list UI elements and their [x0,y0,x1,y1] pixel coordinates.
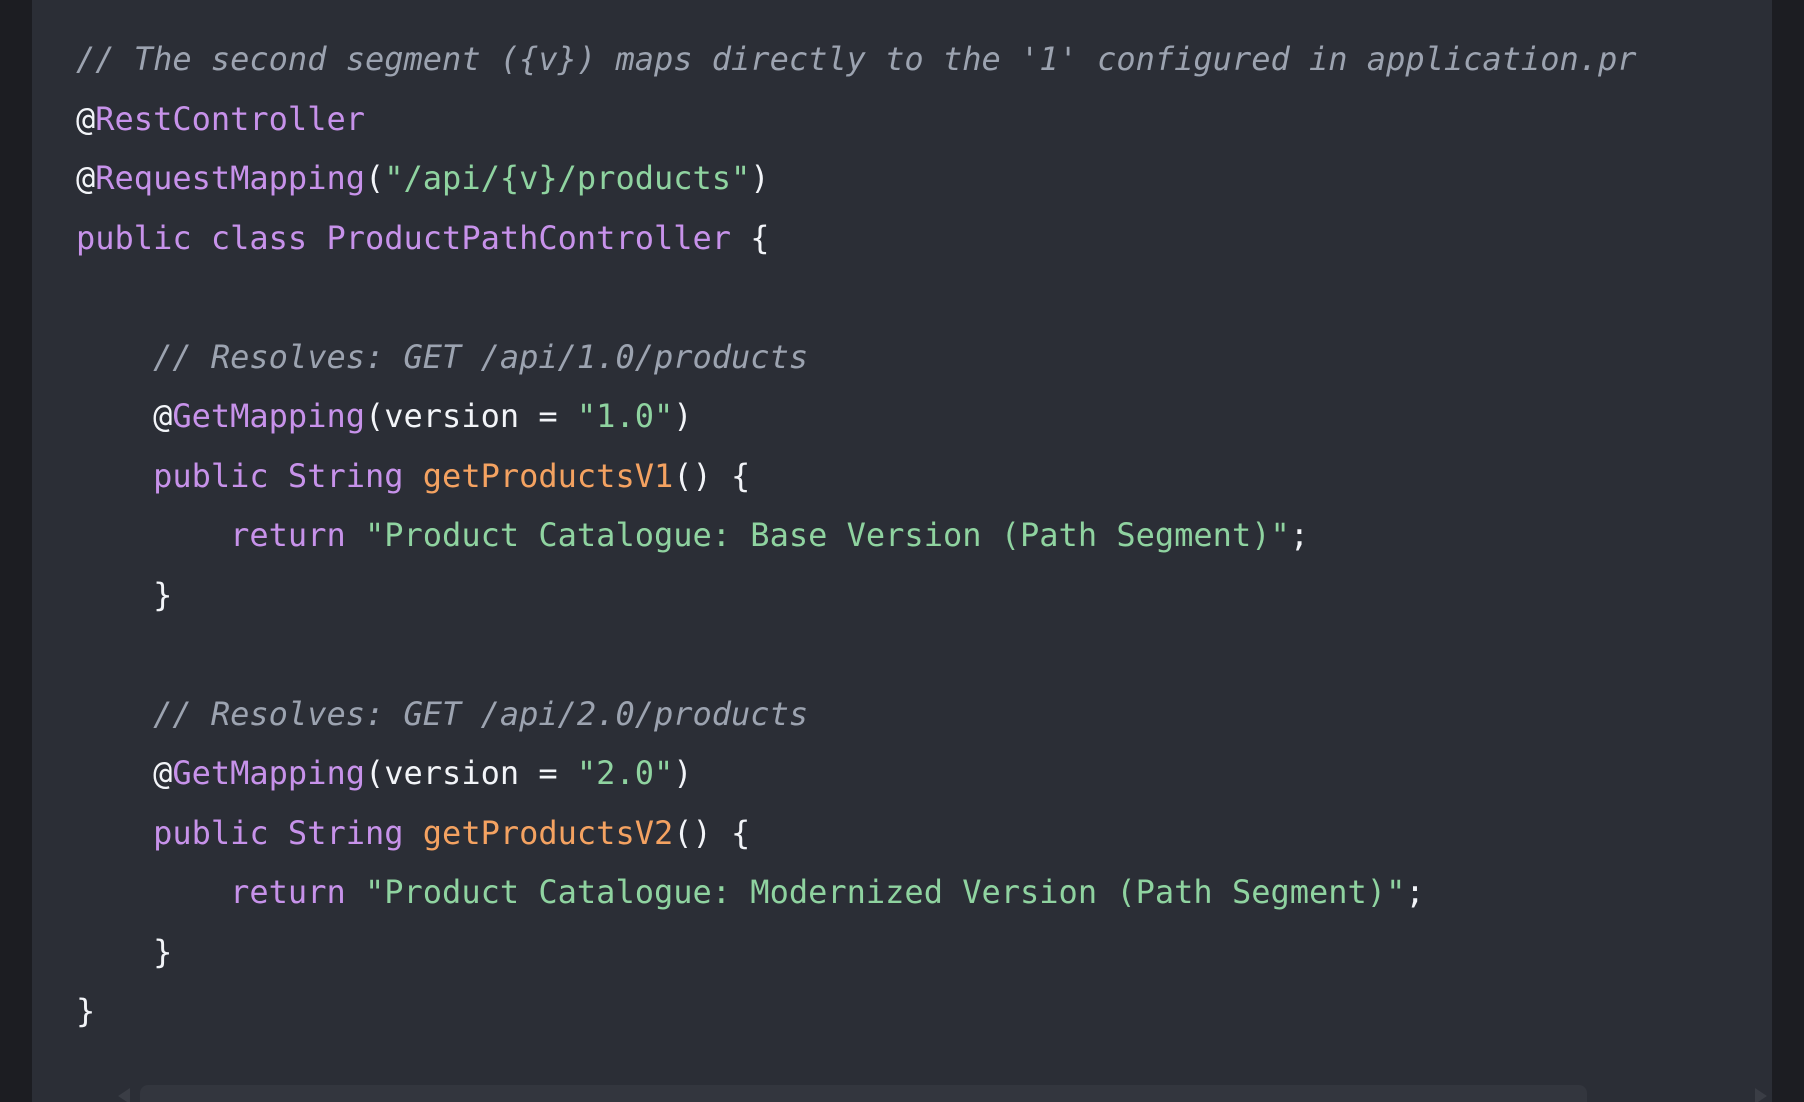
code-token-ty: ProductPathController [326,218,732,257]
code-content: // The second segment ({v}) maps directl… [76,30,1637,1042]
code-token-str: "1.0" [576,397,674,435]
code-token-plain: } [76,932,173,971]
code-token-kw: public [76,218,192,257]
scroll-left-arrow-icon[interactable] [118,1088,130,1102]
code-block[interactable]: // The second segment ({v}) maps directl… [32,0,1772,1102]
code-line: @GetMapping(version = "2.0") [76,744,1637,804]
code-line: return "Product Catalogue: Modernized Ve… [76,863,1637,923]
code-token-plain: @ [76,99,96,138]
code-token-plain: ) [750,159,770,197]
code-token-fn: getProductsV1 [422,456,674,495]
code-line: public class ProductPathController { [76,209,1637,269]
code-token-plain: } [76,992,96,1030]
code-line: // Resolves: GET /api/1.0/products [76,328,1637,388]
code-token-kw: return [230,516,346,554]
scroll-right-arrow-icon[interactable] [1755,1088,1767,1102]
code-token-cm: // The second segment ({v}) maps directl… [76,40,1637,78]
code-token-plain: @ [76,754,173,792]
code-token-plain: ) [673,397,693,435]
code-line: } [76,923,1637,983]
code-token-cm: // Resolves: GET /api/1.0/products [153,337,809,376]
code-token-kw: class [210,218,308,257]
code-line: } [76,566,1637,626]
code-token-str: "2.0" [576,754,674,792]
code-line: public String getProductsV2() { [76,804,1637,864]
code-line: @GetMapping(version = "1.0") [76,387,1637,447]
code-line: // The second segment ({v}) maps directl… [76,30,1637,90]
code-line: @RequestMapping("/api/{v}/products") [76,149,1637,209]
code-token-an: RestController [95,99,365,138]
code-token-plain: () { [673,456,751,495]
code-line: } [76,982,1637,1042]
code-token-plain: { [731,218,770,257]
code-token-kw: public [153,813,269,852]
code-token-fn: getProductsV2 [422,813,674,852]
code-token-kw: return [230,873,346,911]
code-token-plain: ; [1289,516,1309,554]
code-token-an: GetMapping [172,397,365,435]
code-line: @RestController [76,90,1637,150]
code-line: public String getProductsV1() { [76,447,1637,507]
code-token-plain: ) [673,754,693,792]
code-token-an: GetMapping [172,754,365,792]
code-token-kw: public [153,456,269,495]
code-token-cm: // Resolves: GET /api/2.0/products [153,694,809,733]
code-token-plain: (version = [364,397,577,435]
code-token-str: "/api/{v}/products" [384,159,751,197]
code-token-str: "Product Catalogue: Base Version (Path S… [364,516,1290,554]
code-token-str: "Product Catalogue: Modernized Version (… [364,873,1406,911]
code-token-plain: @ [76,397,173,435]
code-token-plain: } [76,575,173,614]
code-token-ty: String [287,456,404,495]
code-token-plain: () { [673,813,751,852]
code-token-plain: @ [76,159,96,197]
code-line: return "Product Catalogue: Base Version … [76,506,1637,566]
code-token-plain: ( [364,159,385,197]
code-token-plain: ; [1405,873,1425,911]
code-token-plain: (version = [364,754,577,792]
code-token-an: RequestMapping [95,159,365,197]
horizontal-scrollbar[interactable] [140,1085,1587,1102]
code-line: // Resolves: GET /api/2.0/products [76,685,1637,745]
code-token-ty: String [287,813,404,852]
page: // The second segment ({v}) maps directl… [0,0,1804,1102]
